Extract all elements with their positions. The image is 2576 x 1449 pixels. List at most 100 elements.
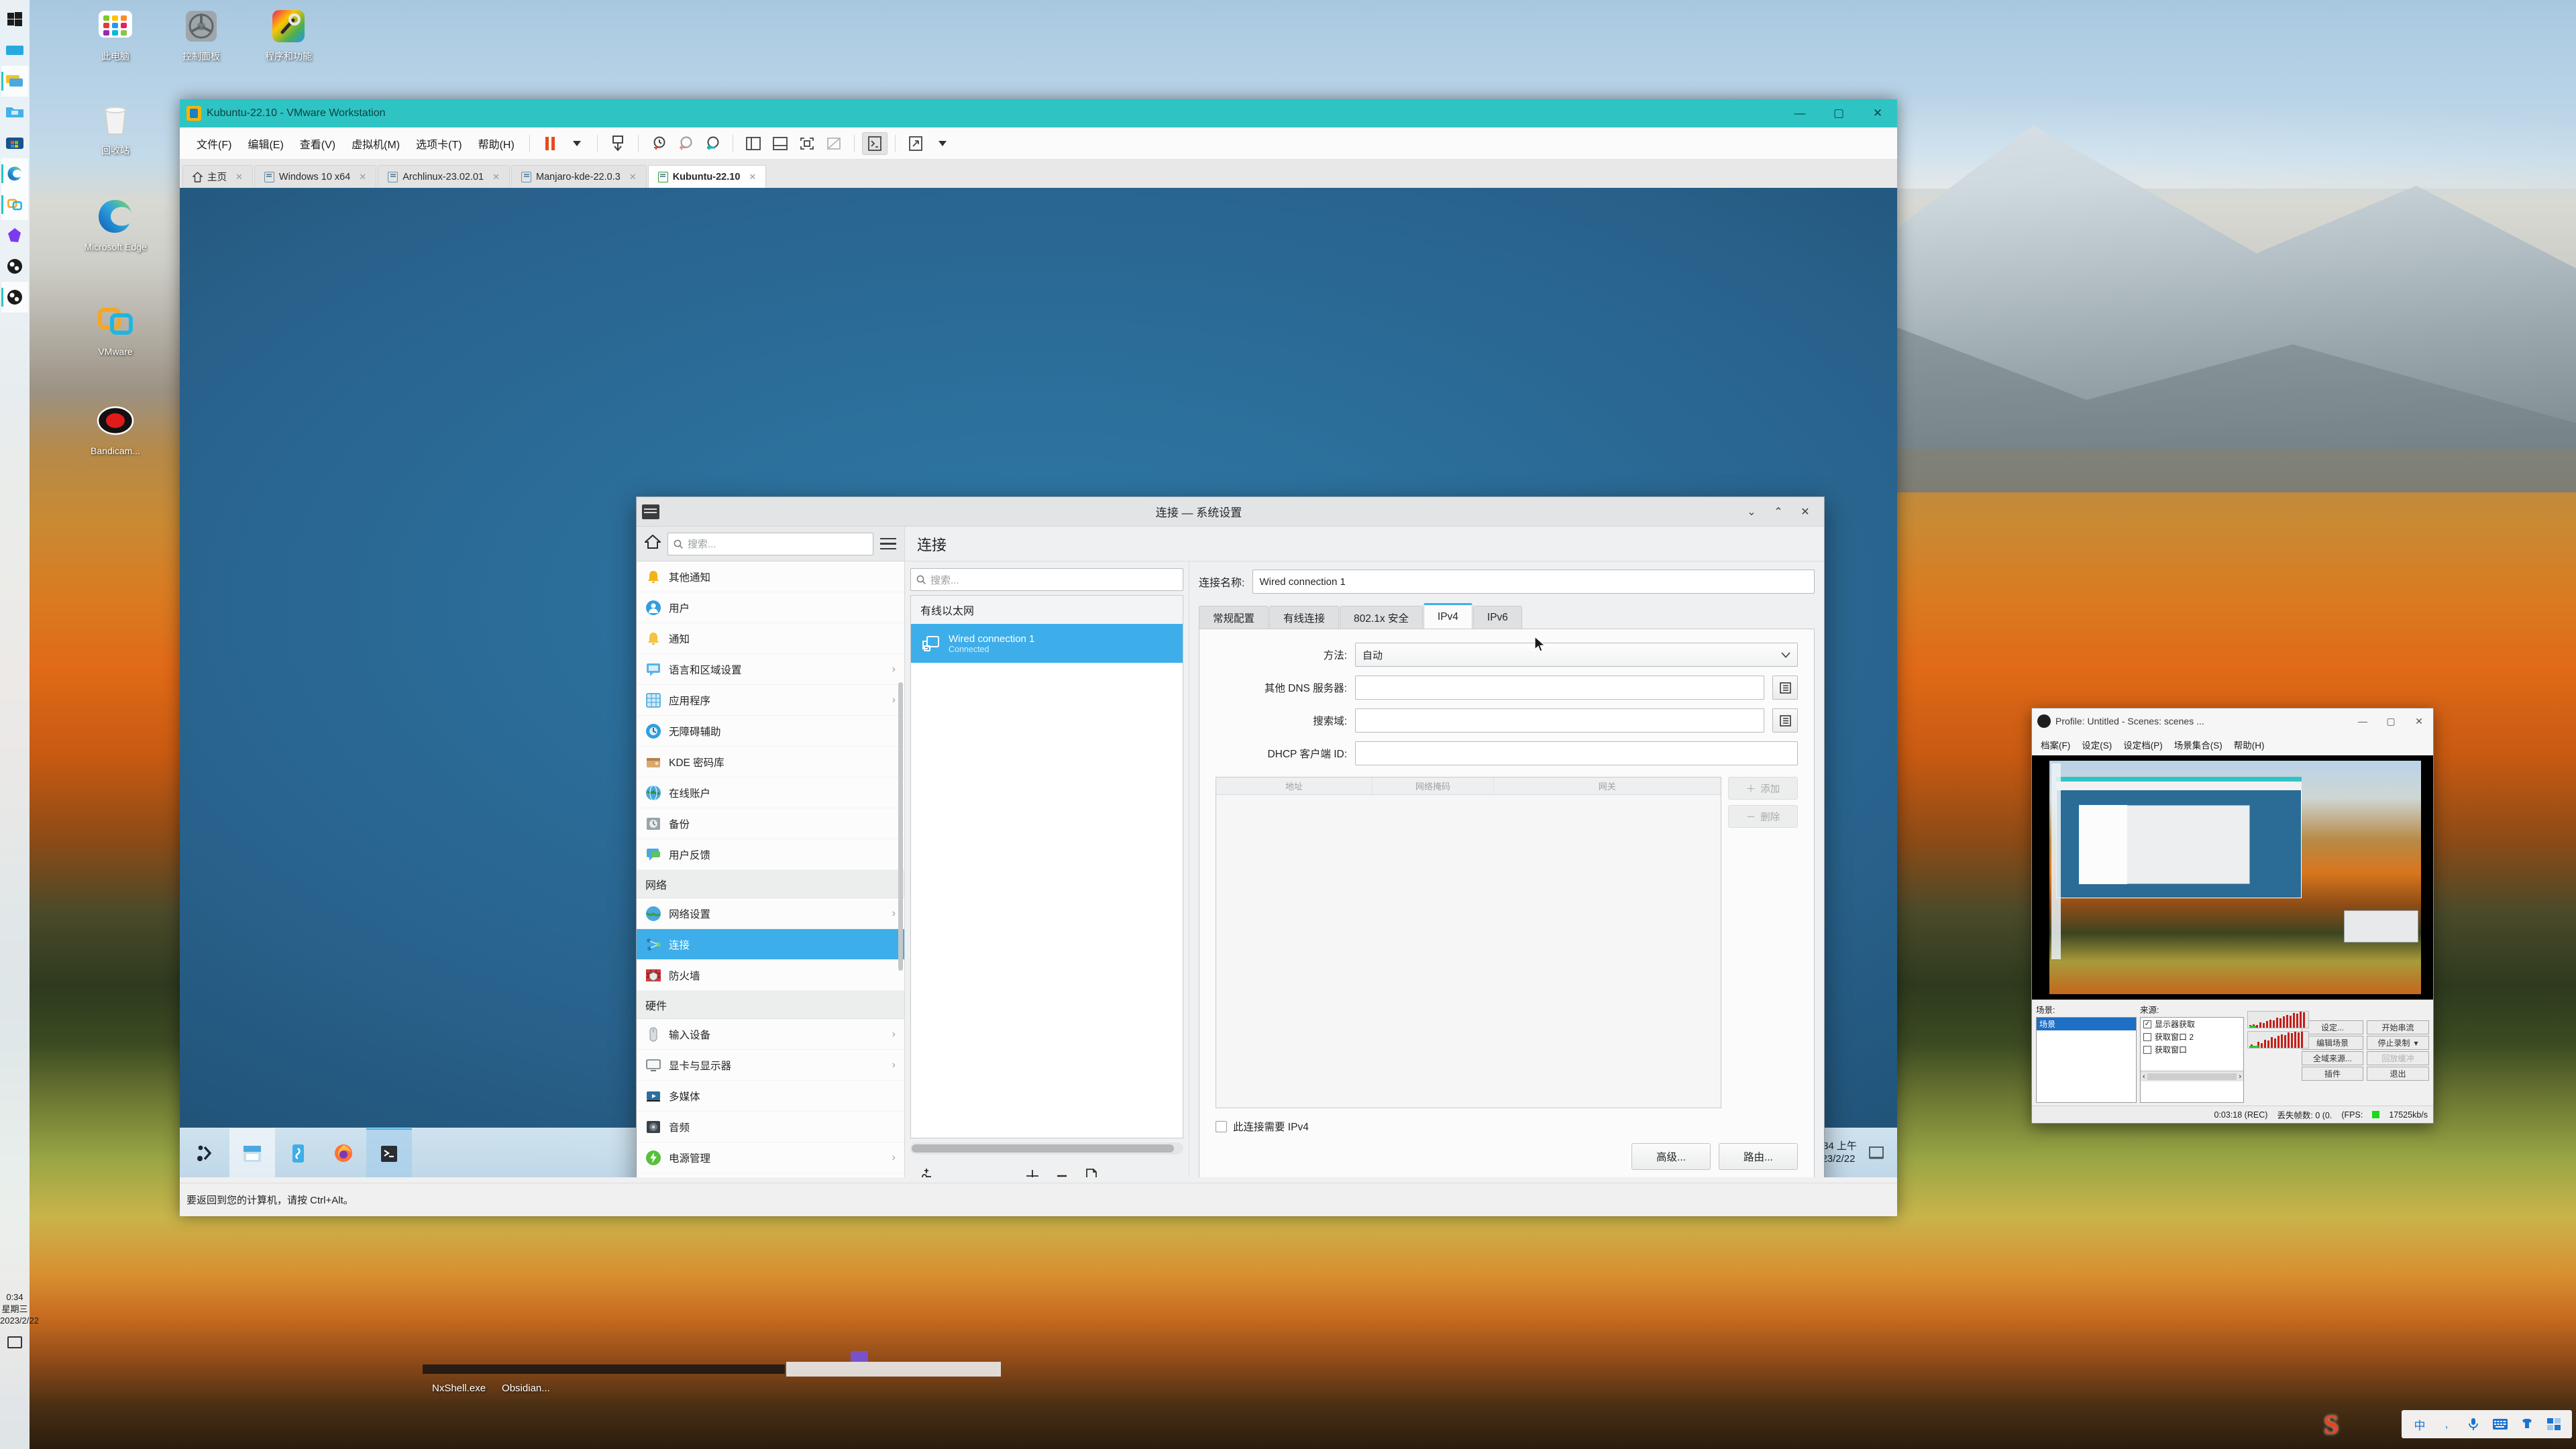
taskbar-label-nxshell[interactable]: NxShell.exe	[432, 1383, 486, 1394]
microphone-icon[interactable]	[2465, 1415, 2482, 1433]
scroll-right-icon[interactable]: ›	[2239, 1073, 2241, 1081]
dhcp-client-id-input[interactable]	[1355, 741, 1798, 765]
notes-icon[interactable]	[7, 1336, 22, 1348]
dropdown-caret-icon[interactable]	[564, 132, 590, 155]
home-icon[interactable]	[643, 534, 662, 553]
checkbox-checked[interactable]: ✓	[2143, 1020, 2151, 1028]
obs-sources-list[interactable]: ✓ 显示器获取 获取窗口 2 获取窗口 ‹ ›	[2140, 1017, 2244, 1103]
minimize-button[interactable]: —	[2349, 708, 2377, 734]
hamburger-menu-icon[interactable]	[880, 537, 896, 550]
windows-start-icon[interactable]	[1, 4, 28, 35]
obsidian-icon[interactable]	[1, 220, 28, 251]
tab-windows-10-x64[interactable]: Windows 10 x64 ✕	[254, 165, 377, 188]
task-view-icon[interactable]	[1, 66, 28, 97]
sidebar-item-power-management[interactable]: 电源管理 ›	[637, 1142, 904, 1173]
minimize-button[interactable]: ⌄	[1738, 498, 1765, 525]
remove-icon[interactable]	[1047, 1163, 1077, 1177]
method-combobox[interactable]: 自动	[1355, 643, 1798, 667]
connection-list-hscrollbar[interactable]	[910, 1142, 1183, 1155]
list-item[interactable]: 场景	[2037, 1018, 2136, 1030]
advanced-button[interactable]: 高级...	[1631, 1143, 1711, 1170]
show-desktop-icon[interactable]	[1868, 1145, 1884, 1161]
desktop-icon-programs-features[interactable]: 程序和功能	[254, 5, 323, 62]
sidebar-item-kwallet[interactable]: KDE 密码库	[637, 747, 904, 777]
unity-icon[interactable]	[821, 132, 847, 155]
skin-icon[interactable]	[2518, 1415, 2536, 1433]
obs-exit-button[interactable]: 退出	[2367, 1067, 2429, 1081]
dropdown-caret-icon[interactable]: ▾	[2414, 1038, 2418, 1048]
delete-address-button[interactable]: － 删除	[1728, 805, 1798, 828]
sidebar-item-user-feedback[interactable]: 用户反馈	[637, 839, 904, 870]
search-icon[interactable]	[1, 35, 28, 66]
connection-name-input[interactable]: Wired connection 1	[1252, 570, 1815, 594]
tab-close-icon[interactable]: ✕	[235, 172, 243, 182]
obs-studio-icon[interactable]	[1, 251, 28, 282]
obs-studio-icon-2[interactable]	[1, 282, 28, 313]
vmware-icon[interactable]	[1, 189, 28, 220]
console-icon[interactable]	[861, 131, 888, 155]
list-item[interactable]: 获取窗口 2	[2141, 1030, 2243, 1043]
tab-kubuntu[interactable]: Kubuntu-22.10 ✕	[647, 165, 767, 188]
menu-help[interactable]: 帮助(H)	[471, 132, 522, 155]
search-input[interactable]: 搜索...	[667, 532, 873, 555]
snapshot-manager-icon[interactable]	[700, 132, 725, 155]
tab-general[interactable]: 常规配置	[1199, 606, 1269, 629]
sidebar-item-language-region[interactable]: 语言和区域设置 ›	[637, 654, 904, 685]
menu-file[interactable]: 文件(F)	[189, 132, 239, 155]
fullscreen-icon[interactable]	[794, 132, 820, 155]
list-item[interactable]: ✓ 显示器获取	[2141, 1018, 2243, 1030]
menu-edit[interactable]: 编辑(E)	[240, 132, 290, 155]
routes-button[interactable]: 路由...	[1719, 1143, 1798, 1170]
close-button[interactable]: ✕	[1858, 99, 1897, 127]
sidebar-item-applications[interactable]: 应用程序 ›	[637, 685, 904, 716]
add-address-button[interactable]: ＋ 添加	[1728, 777, 1798, 800]
obs-menu-settings[interactable]: 设定(S)	[2077, 735, 2116, 754]
obs-settings-button[interactable]: 设定...	[2302, 1020, 2363, 1034]
obs-plugins-button[interactable]: 插件	[2302, 1067, 2363, 1081]
tab-ipv4[interactable]: IPv4	[1423, 603, 1472, 629]
settings-category-list[interactable]: 其他通知 用户 通知 语言和区域设置 › 应用程序 › 无障碍辅助 KDE 密码…	[637, 561, 904, 1177]
sidebar-item-users[interactable]: 用户	[637, 592, 904, 623]
sogou-s-icon[interactable]: S	[2324, 1409, 2355, 1440]
require-ipv4-checkbox[interactable]	[1216, 1120, 1227, 1132]
tab-close-icon[interactable]: ✕	[629, 172, 637, 182]
file-explorer-icon[interactable]	[1, 97, 28, 127]
sidebar-item-connections[interactable]: 连接	[637, 929, 904, 960]
copy-icon[interactable]	[1077, 1163, 1106, 1177]
obs-edit-scene-button[interactable]: 编辑场景	[2302, 1036, 2363, 1050]
snapshot-revert-icon[interactable]	[673, 132, 698, 155]
tab-close-icon[interactable]: ✕	[359, 172, 366, 182]
close-button[interactable]: ✕	[2405, 708, 2433, 734]
desktop-icon-control-panel[interactable]: 控制面板	[166, 5, 236, 62]
close-button[interactable]: ✕	[1792, 498, 1819, 525]
checkbox-unchecked[interactable]	[2143, 1032, 2151, 1041]
stretch-caret-icon[interactable]	[930, 132, 955, 155]
maximize-button[interactable]: ⌃	[1765, 498, 1792, 525]
pause-icon[interactable]	[537, 132, 563, 155]
maximize-button[interactable]: ▢	[1819, 99, 1858, 127]
tab-wired[interactable]: 有线连接	[1269, 606, 1340, 629]
sidebar-item-backup[interactable]: 备份	[637, 808, 904, 839]
maximize-button[interactable]: ▢	[2377, 708, 2405, 734]
sidebar-item-display-monitor[interactable]: 显卡与显示器 ›	[637, 1050, 904, 1081]
menu-tabs[interactable]: 选项卡(T)	[409, 132, 469, 155]
sidebar-item-audio[interactable]: 音频	[637, 1112, 904, 1142]
sidebar-item-other-notifications[interactable]: 其他通知	[637, 561, 904, 592]
add-icon[interactable]	[1018, 1163, 1047, 1177]
sidebar-item-notifications[interactable]: 通知	[637, 623, 904, 654]
kde-taskbar-discover[interactable]	[275, 1128, 321, 1178]
sidebar-item-firewall[interactable]: 防火墙	[637, 960, 904, 991]
obs-sources-hscrollbar[interactable]: ‹ ›	[2141, 1071, 2243, 1081]
sidebar-scrollbar[interactable]	[898, 682, 903, 971]
connection-list[interactable]: 有线以太网 Wired connection 1 Connected	[910, 595, 1183, 1138]
keyboard-icon[interactable]	[2491, 1415, 2509, 1433]
obs-menu-file[interactable]: 档案(F)	[2036, 735, 2075, 754]
microsoft-store-icon[interactable]	[1, 127, 28, 158]
punctuation-icon[interactable]: ,	[2438, 1415, 2455, 1433]
desktop-icon-edge[interactable]: Microsoft Edge	[80, 196, 150, 252]
obs-menu-scene-collection[interactable]: 场景集合(S)	[2169, 735, 2227, 754]
kde-menu-icon[interactable]	[180, 1128, 229, 1178]
obs-global-sources-button[interactable]: 全域来源...	[2302, 1051, 2363, 1065]
snapshot-take-icon[interactable]	[646, 132, 672, 155]
obs-menu-profile[interactable]: 设定档(P)	[2118, 735, 2167, 754]
